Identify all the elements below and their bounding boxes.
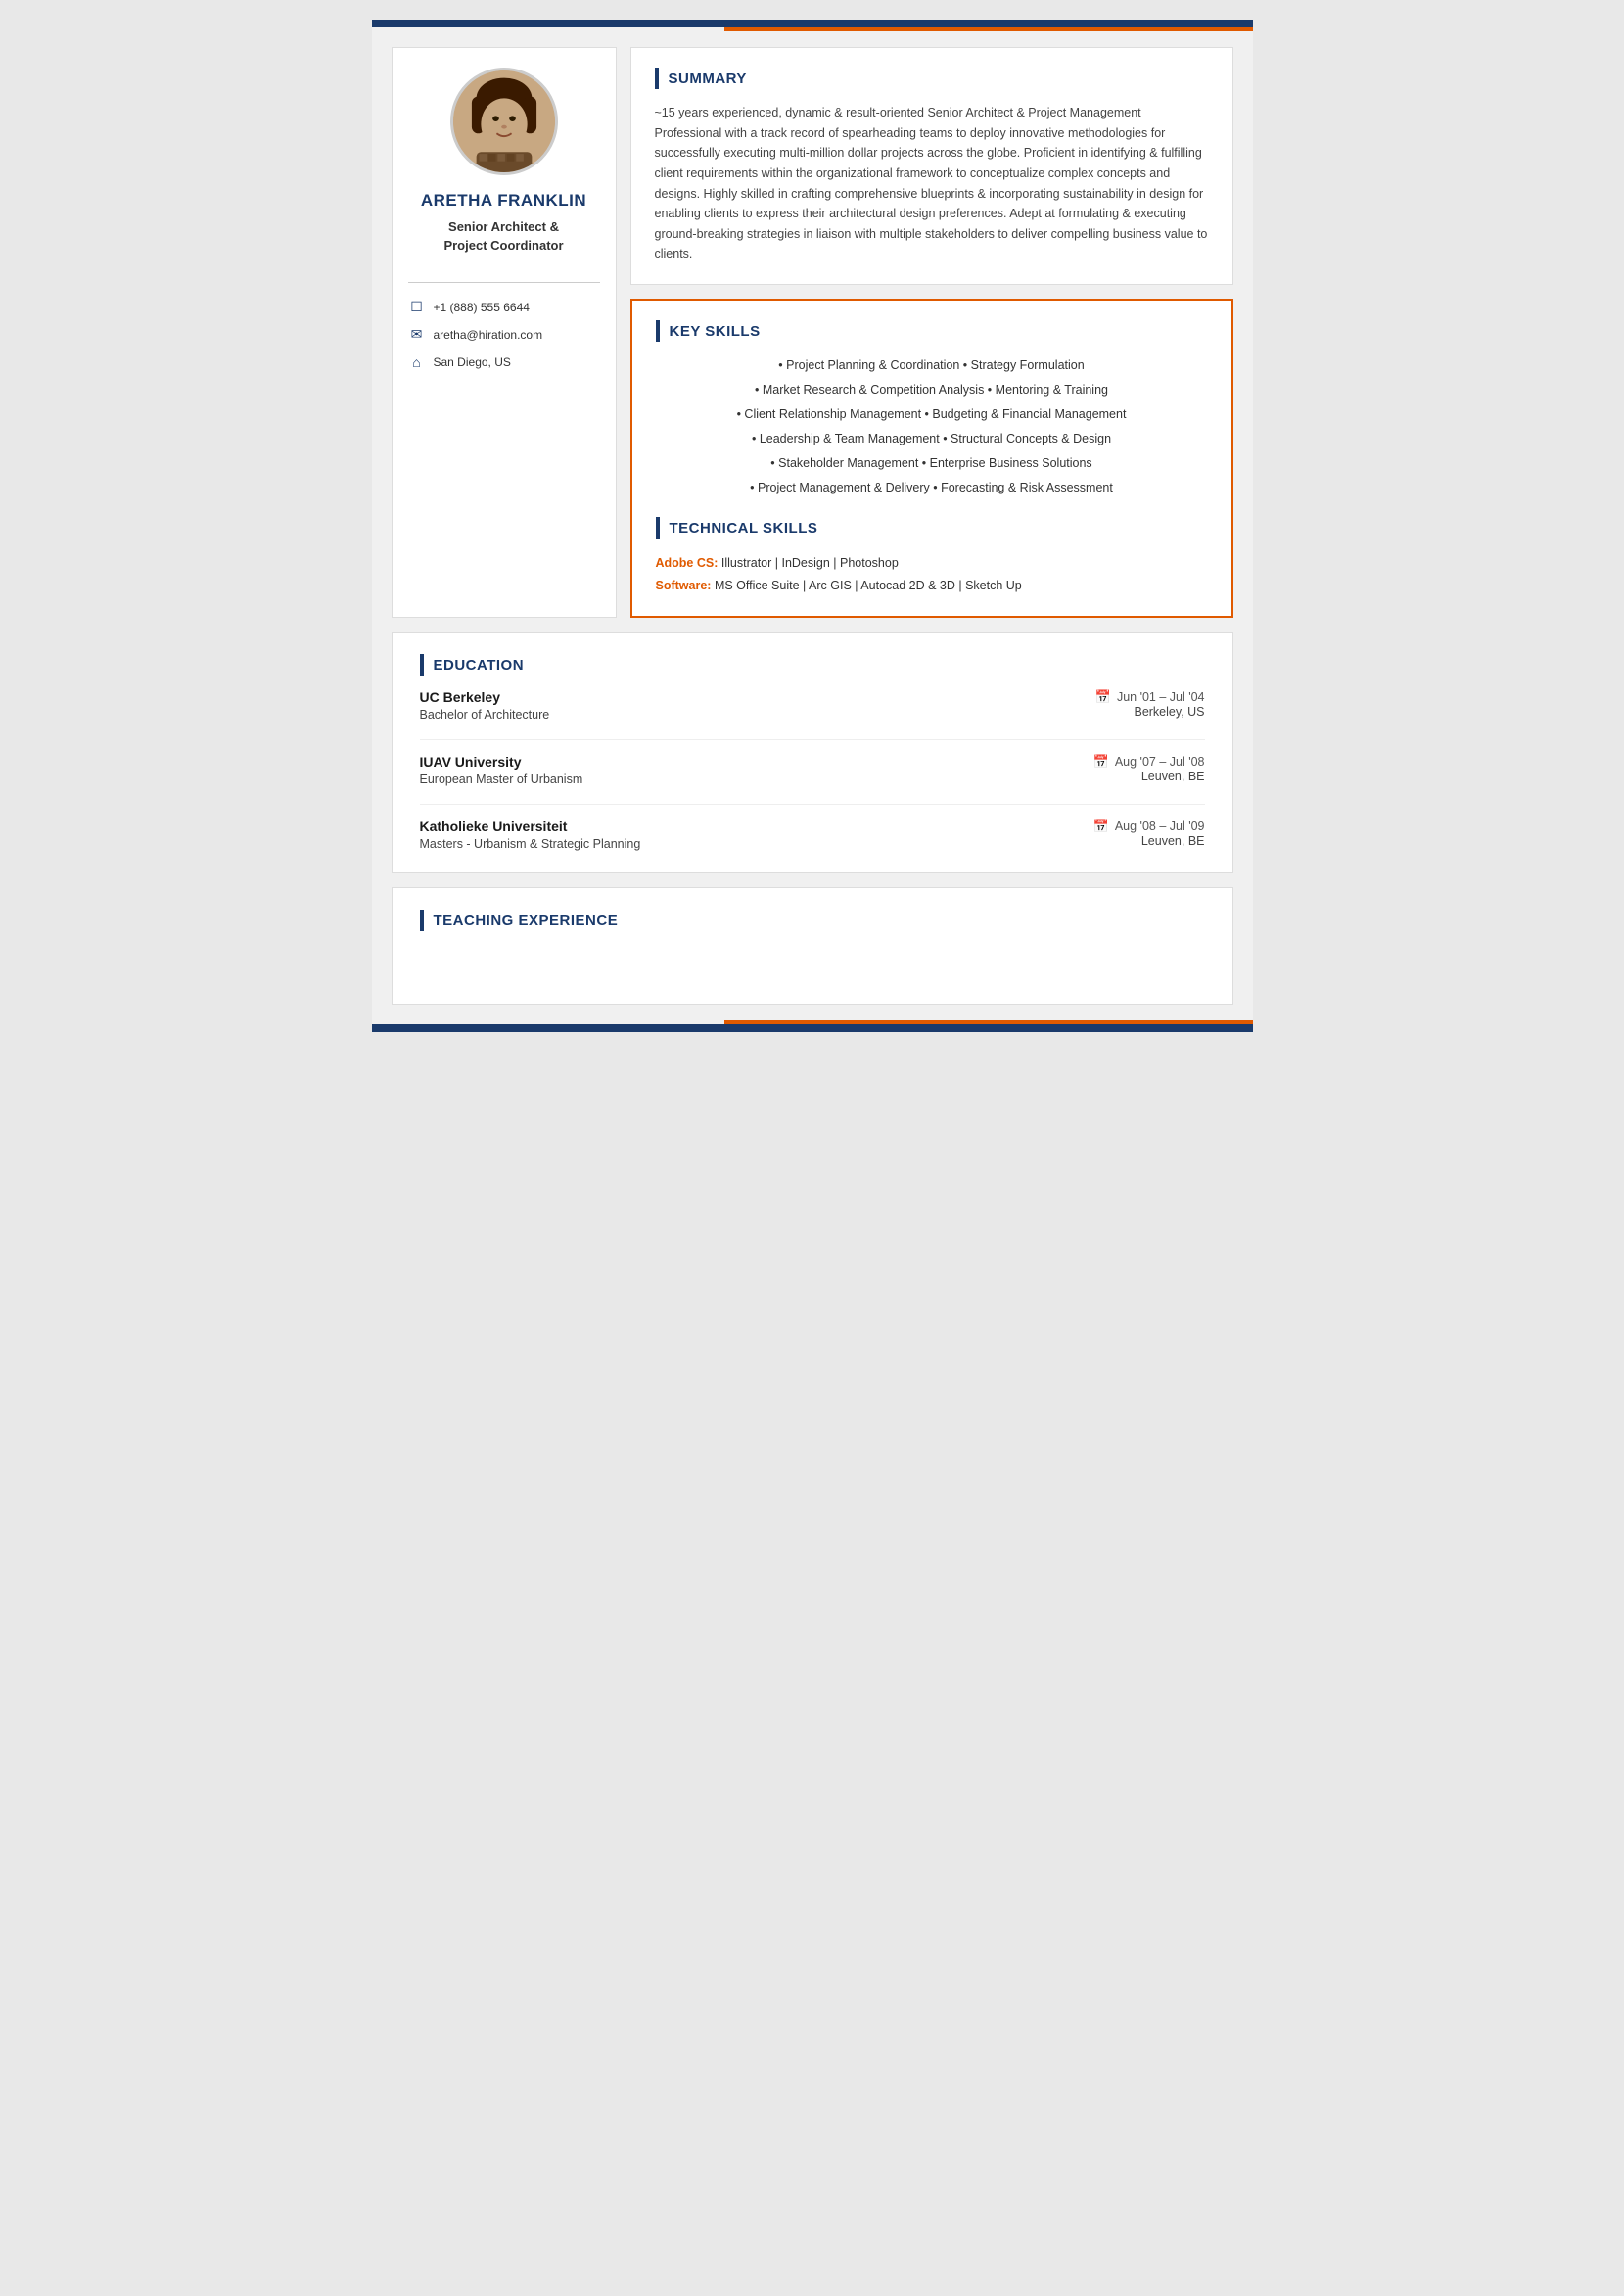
edu-row2-3: Masters - Urbanism & Strategic Planning … (420, 834, 1205, 851)
edu-institution-3: Katholieke Universiteit (420, 819, 568, 834)
sidebar-divider (408, 282, 600, 283)
summary-title-row: SUMMARY (655, 68, 1209, 89)
skill-row-2: • Market Research & Competition Analysis… (755, 380, 1108, 399)
tech-skill-2-text: MS Office Suite | Arc GIS | Autocad 2D &… (715, 579, 1022, 592)
contact-email: ✉ aretha@hiration.com (408, 326, 600, 344)
edu-degree-2: European Master of Urbanism (420, 773, 583, 786)
contact-section: ☐ +1 (888) 555 6644 ✉ aretha@hiration.co… (408, 299, 600, 371)
tech-skills-title-row: TECHNICAL SKILLS (656, 517, 1208, 539)
tech-skills-title-text: TECHNICAL SKILLS (670, 520, 818, 537)
skills-card: KEY SKILLS • Project Planning & Coordina… (630, 299, 1233, 618)
skill-row-4: • Leadership & Team Management • Structu… (752, 429, 1111, 448)
teaching-title-row: TEACHING EXPERIENCE (420, 910, 1205, 931)
skill-row-3: • Client Relationship Management • Budge… (737, 404, 1127, 424)
edu-entry-3: Katholieke Universiteit 📅 Aug '08 – Jul … (420, 819, 1205, 851)
sidebar: ARETHA FRANKLiN Senior Architect & Proje… (392, 47, 617, 618)
tech-skills-title-bar (656, 517, 660, 539)
edu-institution-1: UC Berkeley (420, 689, 501, 705)
cal-icon-2: 📅 (1093, 754, 1109, 770)
summary-title-text: SUMMARY (669, 70, 747, 87)
key-skills-title-text: KEY SKILLS (670, 323, 761, 340)
edu-date-1: 📅 Jun '01 – Jul '04 (1095, 689, 1205, 705)
edu-header-2: IUAV University 📅 Aug '07 – Jul '08 (420, 754, 1205, 770)
skill-row-6: • Project Management & Delivery • Foreca… (750, 478, 1113, 497)
avatar-svg (453, 68, 555, 175)
teaching-title-bar (420, 910, 424, 931)
edu-row2-1: Bachelor of Architecture Berkeley, US (420, 705, 1205, 722)
summary-text: ~15 years experienced, dynamic & result-… (655, 103, 1209, 264)
contact-phone: ☐ +1 (888) 555 6644 (408, 299, 600, 316)
edu-entry-1: UC Berkeley 📅 Jun '01 – Jul '04 Bachelor… (420, 689, 1205, 722)
edu-divider-2 (420, 804, 1205, 805)
edu-degree-1: Bachelor of Architecture (420, 708, 550, 722)
skill-row-5: • Stakeholder Management • Enterprise Bu… (770, 453, 1091, 473)
edu-location-1: Berkeley, US (1134, 705, 1204, 722)
tech-skill-2: Software: MS Office Suite | Arc GIS | Au… (656, 575, 1208, 597)
summary-card: SUMMARY ~15 years experienced, dynamic &… (630, 47, 1233, 285)
technical-skills-section: TECHNICAL SKILLS Adobe CS: Illustrator |… (656, 517, 1208, 596)
key-skills-title-row: KEY SKILLS (656, 320, 1208, 342)
top-section: ARETHA FRANKLiN Senior Architect & Proje… (392, 47, 1233, 618)
education-title-bar (420, 654, 424, 676)
edu-header-1: UC Berkeley 📅 Jun '01 – Jul '04 (420, 689, 1205, 705)
skill-row-1: • Project Planning & Coordination • Stra… (778, 355, 1084, 375)
edu-date-3: 📅 Aug '08 – Jul '09 (1093, 819, 1205, 834)
tech-skill-1-label: Adobe CS: (656, 556, 719, 570)
candidate-name: ARETHA FRANKLiN (421, 191, 586, 211)
edu-row2-2: European Master of Urbanism Leuven, BE (420, 770, 1205, 786)
edu-entry-2: IUAV University 📅 Aug '07 – Jul '08 Euro… (420, 754, 1205, 786)
edu-institution-2: IUAV University (420, 754, 522, 770)
tech-skill-1-text: Illustrator | InDesign | Photoshop (721, 556, 899, 570)
cal-icon-3: 📅 (1093, 819, 1109, 834)
candidate-title: Senior Architect & Project Coordinator (421, 218, 586, 254)
edu-header-3: Katholieke Universiteit 📅 Aug '08 – Jul … (420, 819, 1205, 834)
teaching-title-text: TEACHING EXPERIENCE (434, 913, 619, 929)
resume-page: ARETHA FRANKLiN Senior Architect & Proje… (372, 20, 1253, 1032)
location-icon: ⌂ (408, 353, 426, 371)
right-content: SUMMARY ~15 years experienced, dynamic &… (630, 47, 1233, 618)
summary-title-bar (655, 68, 659, 89)
skills-list: • Project Planning & Coordination • Stra… (656, 355, 1208, 497)
bottom-bar (372, 1024, 1253, 1032)
edu-divider-1 (420, 739, 1205, 740)
education-title-row: EDUCATION (420, 654, 1205, 676)
education-title-text: EDUCATION (434, 657, 525, 674)
education-card: EDUCATION UC Berkeley 📅 Jun '01 – Jul '0… (392, 632, 1233, 873)
phone-icon: ☐ (408, 299, 426, 316)
tech-skill-1: Adobe CS: Illustrator | InDesign | Photo… (656, 552, 1208, 575)
key-skills-title-bar (656, 320, 660, 342)
avatar-container (450, 68, 558, 175)
edu-location-2: Leuven, BE (1141, 770, 1205, 786)
email-icon: ✉ (408, 326, 426, 344)
edu-date-2: 📅 Aug '07 – Jul '08 (1093, 754, 1205, 770)
edu-degree-3: Masters - Urbanism & Strategic Planning (420, 837, 641, 851)
name-section: ARETHA FRANKLiN Senior Architect & Proje… (421, 191, 586, 255)
teaching-card: TEACHING EXPERIENCE (392, 887, 1233, 1005)
top-bar (372, 20, 1253, 27)
edu-location-3: Leuven, BE (1141, 834, 1205, 851)
main-content: ARETHA FRANKLiN Senior Architect & Proje… (372, 31, 1253, 1020)
contact-location: ⌂ San Diego, US (408, 353, 600, 371)
tech-skill-2-label: Software: (656, 579, 712, 592)
cal-icon-1: 📅 (1095, 689, 1111, 705)
